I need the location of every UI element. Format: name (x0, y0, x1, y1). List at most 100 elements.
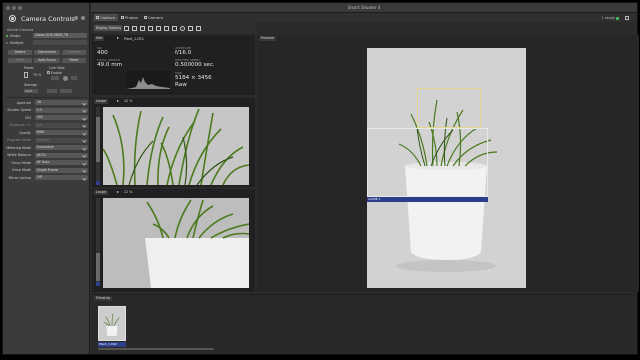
camera-select[interactable]: Canon EOS 5DSR_T6 (33, 33, 87, 38)
multiple-camera-row[interactable]: Multiple (6, 40, 88, 45)
shutter-value: 0.500000 sec. (175, 62, 215, 68)
radio-icon[interactable] (6, 41, 8, 44)
setting-select[interactable]: RAW (35, 130, 88, 135)
setting-row: ISO 400 (7, 115, 89, 120)
edit-icon[interactable] (132, 25, 137, 31)
aperture-value: f/16.0 (175, 50, 192, 56)
multiple-label: Multiple (10, 40, 24, 45)
filmstrip-thumbnail[interactable] (98, 306, 126, 341)
loupe1-tag: Loupe (94, 99, 109, 104)
single-camera-row[interactable]: Single Canon EOS 5DSR_T6 (6, 33, 88, 38)
connect-button[interactable]: Connect (62, 50, 86, 55)
setting-select[interactable]: Single Frame (35, 167, 88, 173)
setting-label: Drive Mode (12, 168, 31, 172)
play-icon[interactable] (117, 191, 119, 193)
disconnect-button[interactable]: Disconnect (34, 50, 60, 55)
scroll-thumb[interactable] (96, 117, 100, 162)
battery-icon (24, 72, 28, 78)
play-icon[interactable] (117, 100, 119, 102)
liveview-zoom-minus[interactable] (51, 76, 59, 80)
zoom-window-button[interactable] (18, 6, 22, 10)
image-bg (103, 107, 249, 185)
setting-row: Mirror Lockup Off (7, 175, 89, 180)
setting-label: Program Mode (7, 138, 31, 142)
display-toolbar: Display Options (92, 23, 256, 33)
loupe-box[interactable] (367, 128, 488, 197)
panel-menu-icon[interactable] (81, 16, 85, 20)
setting-row: Focus Mode AF Auto (7, 160, 89, 165)
active-camera-heading: Active Camera (7, 28, 34, 32)
radio-selected-icon[interactable] (6, 34, 8, 37)
camera-status: 1 ready (601, 16, 615, 20)
reset-button[interactable]: Reset (62, 58, 86, 63)
setting-row: Drive Mode Single Frame (7, 167, 89, 173)
filmstrip-tag: Filmstrip (94, 296, 113, 301)
fullscreen-icon[interactable] (625, 16, 629, 20)
divider (6, 97, 88, 98)
setting-row: White Balance AUTO (7, 152, 89, 158)
preview-tag: Preview (259, 36, 276, 41)
setting-select[interactable]: 0.0 (35, 122, 88, 128)
setting-select[interactable]: AUTO (35, 152, 88, 158)
tab-photos-label: Photos (125, 15, 138, 20)
grid-icon[interactable] (140, 25, 145, 31)
multiple-camera-select[interactable] (33, 40, 87, 45)
histogram-icon[interactable] (156, 25, 161, 31)
setting-row: Quality RAW (7, 130, 89, 135)
loupe2-image (103, 198, 249, 288)
format-value: Raw (175, 82, 187, 88)
display-options-select[interactable]: Display Options (94, 25, 122, 31)
tab-camera[interactable]: Camera (142, 14, 168, 21)
setting-select[interactable]: Manual (35, 137, 88, 143)
play-icon[interactable] (117, 37, 119, 39)
enable-checkbox[interactable] (47, 71, 50, 74)
tab-bar: Capture Photos Camera 1 ready (92, 13, 637, 22)
compare-icon[interactable] (188, 25, 193, 31)
info-panel: Info Plant_1.CR2 ISO 400 FOCAL LENGTH 49… (92, 35, 255, 95)
export-icon[interactable] (196, 25, 201, 31)
setting-row: Exposure +/- 0.0 (7, 122, 89, 128)
zoom-icon[interactable] (180, 25, 185, 31)
storage-label: Storage (24, 83, 37, 87)
sleep-button[interactable]: Sleep (8, 58, 32, 63)
storage-select[interactable]: Card (24, 89, 38, 93)
setting-select[interactable]: Off (35, 175, 88, 180)
layout-icon[interactable] (124, 25, 129, 31)
loupe-label: LOUPE 1 (367, 197, 488, 202)
setting-label: Aperture (16, 100, 31, 105)
focus-far-button[interactable] (60, 89, 72, 93)
detect-button[interactable]: Detect (8, 50, 32, 55)
focus-near-button[interactable] (47, 89, 57, 93)
loupe-panel-2: Loupe 22 % (92, 189, 255, 292)
photos-icon (120, 16, 124, 19)
title-bar: Smart Shooter 4 (91, 3, 637, 13)
auto-focus-button[interactable]: Auto Focus (34, 58, 60, 63)
setting-select[interactable]: 400 (35, 115, 88, 120)
camera-controls-panel: Camera Controls Active Camera Single Can… (3, 3, 90, 354)
close-window-button[interactable] (6, 6, 10, 10)
focus-icon[interactable] (172, 25, 177, 31)
live-view-label: Live View (49, 66, 65, 70)
settings-icon[interactable] (74, 16, 78, 20)
loupe1-scrollbar[interactable] (96, 107, 100, 185)
image-icon[interactable] (164, 25, 169, 31)
setting-row: Aperture 16 (7, 100, 89, 105)
liveview-dial[interactable] (63, 76, 68, 81)
setting-select[interactable]: Evaluative (35, 145, 88, 150)
filmstrip-scrollbar[interactable] (98, 348, 214, 350)
liveview-zoom-plus[interactable] (71, 76, 77, 80)
loupe2-scrollbar[interactable] (96, 198, 100, 286)
panel-header: Camera Controls (3, 11, 90, 25)
tab-photos[interactable]: Photos (119, 14, 141, 21)
setting-select[interactable]: 16 (35, 100, 88, 105)
setting-select[interactable]: 0.5 (35, 107, 88, 113)
setting-select[interactable]: AF Auto (35, 160, 88, 165)
focus-box-1[interactable] (417, 88, 481, 128)
minimize-window-button[interactable] (12, 6, 16, 10)
scroll-thumb[interactable] (96, 253, 100, 281)
overlay-icon[interactable] (148, 25, 153, 31)
power-value: 75 % (33, 73, 42, 77)
setting-row: Shutter Speed 0.5 (7, 107, 89, 113)
app-logo-icon (9, 15, 16, 22)
tab-capture[interactable]: Capture (94, 14, 118, 21)
